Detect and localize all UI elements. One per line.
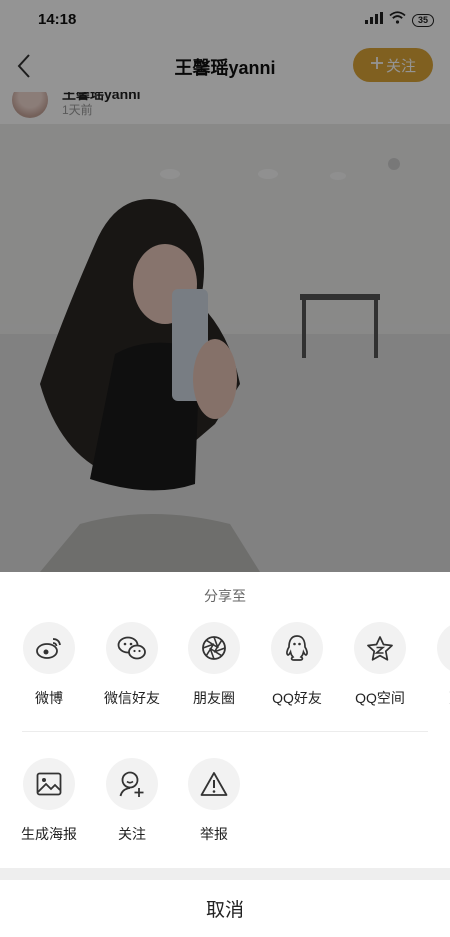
share-qq[interactable]: QQ好友 — [257, 622, 337, 708]
share-label: QQ空间 — [355, 690, 405, 706]
report-button[interactable]: 举报 — [174, 758, 254, 844]
share-more[interactable]: 更多 — [423, 622, 450, 708]
dim-overlay[interactable] — [0, 0, 450, 572]
sheet-separator — [0, 868, 450, 880]
add-user-icon — [106, 758, 158, 810]
share-label: 更多 — [423, 688, 450, 708]
share-label: 生成海报 — [21, 826, 77, 842]
app-screen: 14:18 35 王馨瑶yanni 1天前 王馨瑶yanni 关注 分享至 微博… — [0, 0, 450, 937]
share-sheet-title: 分享至 — [204, 588, 246, 604]
more-icon — [437, 622, 450, 674]
share-label: 微信好友 — [104, 690, 160, 706]
share-label: QQ好友 — [272, 690, 322, 706]
qq-icon — [271, 622, 323, 674]
share-sheet: 分享至 微博 微信好友 朋友圈 QQ好友 QQ空间 生成海报 关注 举报 取消 — [0, 572, 450, 937]
warning-icon — [188, 758, 240, 810]
share-wechat[interactable]: 微信好友 — [92, 622, 172, 708]
share-qzone[interactable]: QQ空间 — [340, 622, 420, 708]
share-weibo[interactable]: 微博 — [9, 622, 89, 708]
wechat-icon — [106, 622, 158, 674]
share-label: 举报 — [200, 826, 228, 842]
qzone-icon — [354, 622, 406, 674]
moments-icon — [188, 622, 240, 674]
share-moments[interactable]: 朋友圈 — [174, 622, 254, 708]
image-icon — [23, 758, 75, 810]
cancel-button[interactable]: 取消 — [0, 880, 450, 937]
share-label: 关注 — [118, 826, 146, 842]
generate-poster-button[interactable]: 生成海报 — [9, 758, 89, 844]
share-label: 朋友圈 — [193, 690, 235, 706]
divider — [22, 731, 428, 732]
follow-user-button[interactable]: 关注 — [92, 758, 172, 844]
share-label: 微博 — [35, 690, 63, 706]
weibo-icon — [23, 622, 75, 674]
